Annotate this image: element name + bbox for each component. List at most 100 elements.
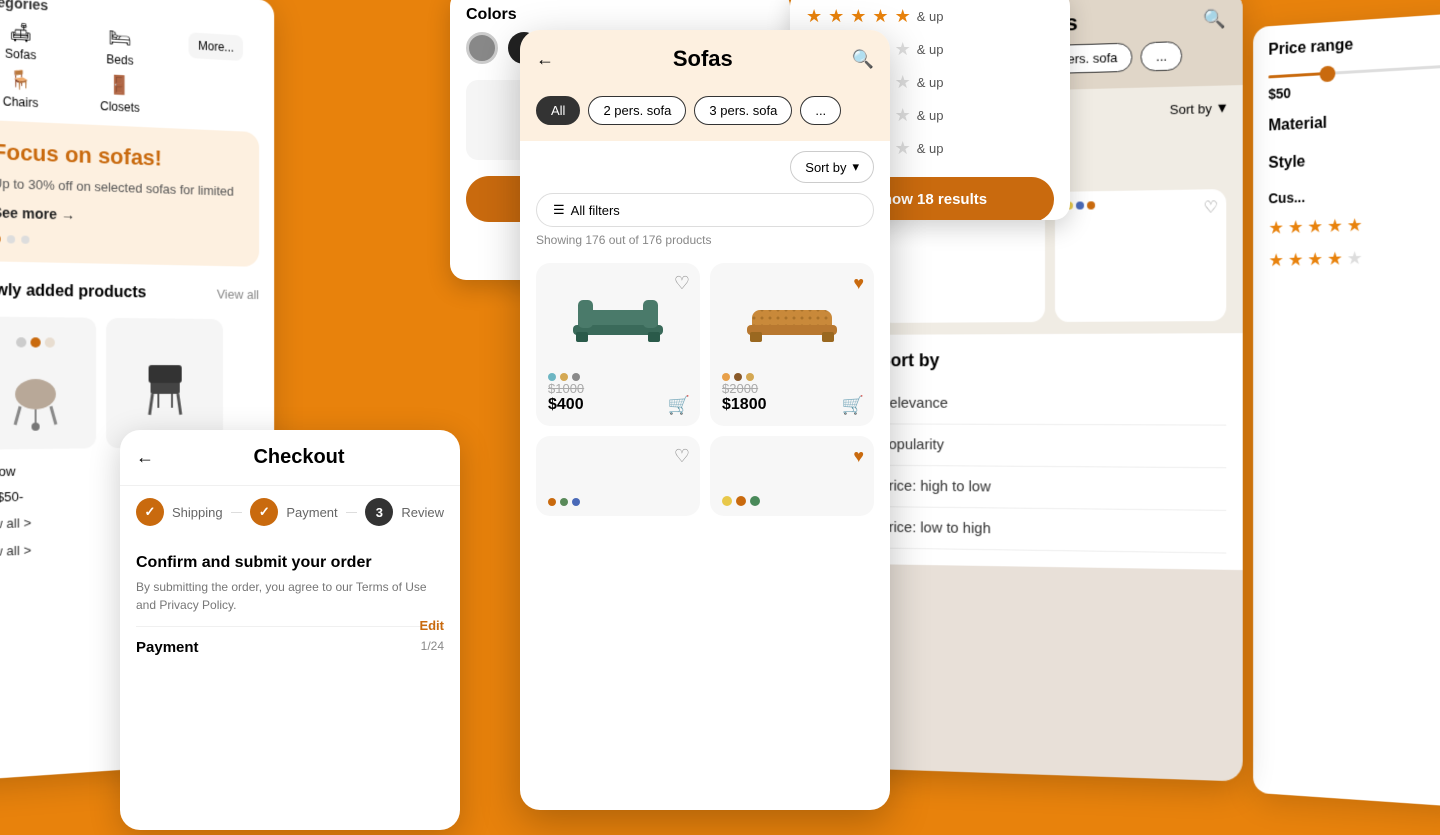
color-dot xyxy=(746,373,754,381)
step-review-circle: 3 xyxy=(365,498,393,526)
color-dot xyxy=(572,373,580,381)
star-filter-5[interactable]: ★★★★★ xyxy=(1253,205,1440,245)
confirm-sub: By submitting the order, you agree to ou… xyxy=(136,578,444,614)
color-dot xyxy=(548,498,556,506)
tag-more[interactable]: ... xyxy=(800,96,841,125)
sort-popularity[interactable]: Popularity xyxy=(879,424,1226,468)
promo-dots xyxy=(0,234,242,248)
cart-btn-2[interactable]: 🛒 xyxy=(842,395,864,416)
sort-by-section: Sort by Relevance Popularity Price: high… xyxy=(864,333,1243,570)
checkout-title: Checkout xyxy=(154,446,444,469)
edit-link[interactable]: Edit xyxy=(419,618,444,633)
color-dots-3 xyxy=(548,498,580,506)
step-dash-2 xyxy=(346,512,358,513)
sort-by-label: Sort by xyxy=(805,160,846,175)
payment-section-title: Payment xyxy=(136,639,199,656)
color-dots-2 xyxy=(722,373,862,381)
product-card-1[interactable]: ♡ $1000 $400 🛒 xyxy=(536,263,700,426)
rc-sort-chevron: ▾ xyxy=(1218,98,1226,118)
dot-2 xyxy=(7,235,15,243)
checkout-steps: ✓ Shipping ✓ Payment 3 Review xyxy=(120,486,460,538)
color-dot xyxy=(548,373,556,381)
sort-price-low[interactable]: Price: low to high xyxy=(879,507,1226,553)
dot-3 xyxy=(21,235,29,243)
sofas-nav-row: All 2 pers. sofa 3 pers. sofa ... xyxy=(520,88,890,141)
heart-btn-4[interactable]: ♥ xyxy=(853,446,864,467)
rc-product-2[interactable]: ♡ xyxy=(1055,189,1226,322)
star-filter-4[interactable]: ★★★★★ xyxy=(1253,239,1440,278)
rc-tag-more[interactable]: ... xyxy=(1141,41,1183,71)
star-row-5[interactable]: ★★★★★ & up xyxy=(790,0,1070,33)
far-right-filter-card: Price range $50 Material Style Cus... ★★… xyxy=(1253,12,1440,807)
categories-section: Categories 🛋 Sofas 🛏 Beds More... 🪑 Chai… xyxy=(0,0,274,121)
color-dot xyxy=(750,496,760,506)
sofas-label: Sofas xyxy=(5,46,36,62)
tag-3pers[interactable]: 3 pers. sofa xyxy=(694,96,792,125)
color-dot xyxy=(560,498,568,506)
payment-section: Payment 1/24 xyxy=(136,626,444,657)
sofas-header: ← Sofas 🔍 xyxy=(520,30,890,88)
closets-icon: 🚪 xyxy=(109,74,131,96)
category-chairs[interactable]: 🪑 Chairs xyxy=(0,67,67,111)
color-dot xyxy=(722,496,732,506)
see-more-link[interactable]: See more → xyxy=(0,204,242,227)
filter-icon: ☰ xyxy=(553,202,565,218)
product-img-1 xyxy=(548,275,688,365)
heart-btn-3[interactable]: ♡ xyxy=(674,446,690,467)
old-price-2: $2000 xyxy=(722,381,862,396)
sort-price-high[interactable]: Price: high to low xyxy=(879,466,1226,511)
price-range-label: $50- xyxy=(0,489,23,505)
categories-grid: 🛋 Sofas 🛏 Beds More... 🪑 Chairs 🚪 Closet… xyxy=(0,19,259,121)
category-beds[interactable]: 🛏 Beds xyxy=(75,25,165,69)
search-icon-sofas[interactable]: 🔍 xyxy=(852,49,874,70)
back-icon-sofas[interactable]: ← xyxy=(536,49,554,70)
color-dot xyxy=(560,373,568,381)
view-all-link[interactable]: View all xyxy=(217,287,259,302)
product-card-3[interactable]: ♡ xyxy=(536,436,700,516)
closets-label: Closets xyxy=(100,99,140,115)
beds-icon: 🛏 xyxy=(109,27,132,49)
confirm-title: Confirm and submit your order xyxy=(136,554,444,572)
all-filters-button[interactable]: ☰ All filters xyxy=(536,193,874,227)
step-payment-circle: ✓ xyxy=(250,498,278,526)
checkout-header: ← Checkout xyxy=(120,430,460,486)
sofas-icon: 🛋 xyxy=(9,21,32,44)
step-shipping-label: Shipping xyxy=(172,505,223,520)
tag-all[interactable]: All xyxy=(536,96,580,125)
heart-btn-1[interactable]: ♡ xyxy=(674,273,690,294)
product-mini-1[interactable] xyxy=(0,316,96,449)
color-dot xyxy=(734,373,742,381)
color-dot xyxy=(736,496,746,506)
cart-btn-1[interactable]: 🛒 xyxy=(668,395,690,416)
step-dash-1 xyxy=(231,512,243,513)
category-closets[interactable]: 🚪 Closets xyxy=(75,73,165,117)
show-label: ↑ show xyxy=(0,463,16,479)
sort-by-section-title: Sort by xyxy=(879,349,1226,371)
heart-btn-2[interactable]: ♥ xyxy=(853,273,864,294)
color-swatch-gray[interactable] xyxy=(466,32,498,64)
all-filters-label: All filters xyxy=(571,203,620,218)
back-icon-checkout[interactable]: ← xyxy=(136,447,154,468)
step-shipping-circle: ✓ xyxy=(136,498,164,526)
product-card-4[interactable]: ♥ xyxy=(710,436,874,516)
product-mini-2[interactable] xyxy=(106,317,223,447)
showing-text: Showing 176 out of 176 products xyxy=(520,227,890,253)
color-dot xyxy=(572,498,580,506)
step-payment-label: Payment xyxy=(286,505,337,520)
tag-2pers[interactable]: 2 pers. sofa xyxy=(588,96,686,125)
payment-pagination: 1/24 xyxy=(421,639,444,653)
sort-relevance[interactable]: Relevance xyxy=(879,383,1226,426)
more-button[interactable]: More... xyxy=(188,32,243,61)
newly-added-title: Newly added products xyxy=(0,281,146,302)
product-card-2[interactable]: ♥ $2000 $1800 🛒 xyxy=(710,263,874,426)
category-sofas[interactable]: 🛋 Sofas xyxy=(0,19,67,64)
color-dot xyxy=(1076,201,1084,209)
beds-label: Beds xyxy=(106,52,133,68)
chair-svg-1 xyxy=(0,353,71,435)
sort-by-button[interactable]: Sort by ▾ xyxy=(790,151,874,183)
search-icon-right[interactable]: 🔍 xyxy=(1203,8,1226,30)
promo-title: Focus on sofas! xyxy=(0,139,242,175)
category-more[interactable]: More... xyxy=(172,31,259,74)
rc-heart-2[interactable]: ♡ xyxy=(1203,197,1218,218)
color-dot xyxy=(1087,201,1095,209)
